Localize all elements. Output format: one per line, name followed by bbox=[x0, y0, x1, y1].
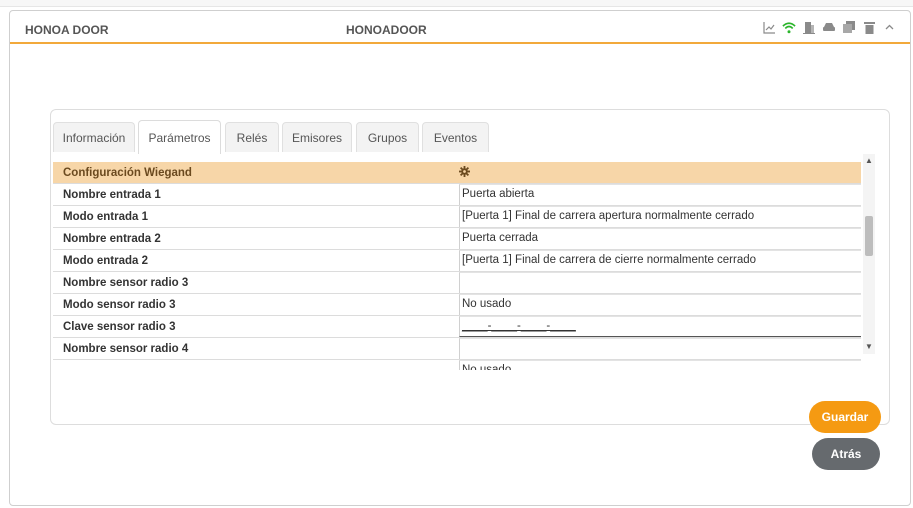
chart-icon[interactable] bbox=[762, 20, 776, 34]
tab-reles[interactable]: Relés bbox=[225, 122, 279, 152]
table-row: Nombre sensor radio 4 bbox=[53, 338, 861, 360]
top-strip bbox=[0, 0, 913, 7]
table-row: Nombre sensor radio 3 bbox=[53, 272, 861, 294]
table-row: Modo entrada 2 [Puerta 1] Final de carre… bbox=[53, 250, 861, 272]
app-window: HONOA DOOR HONOADOOR Información Parámet… bbox=[9, 10, 911, 506]
save-button[interactable]: Guardar bbox=[809, 401, 881, 433]
device-title: HONOADOOR bbox=[346, 23, 427, 37]
row-label: Nombre entrada 2 bbox=[63, 233, 161, 245]
select-modo-sensor-radio-4[interactable]: No usado bbox=[459, 360, 861, 370]
car-icon[interactable] bbox=[822, 20, 836, 34]
row-label: Modo entrada 2 bbox=[63, 255, 148, 267]
gear-icon[interactable] bbox=[459, 166, 470, 180]
row-label: Clave sensor radio 3 bbox=[63, 321, 176, 333]
row-label: Nombre sensor radio 4 bbox=[63, 343, 189, 355]
table-row: Nombre entrada 2 Puerta cerrada bbox=[53, 228, 861, 250]
row-label: Nombre entrada 1 bbox=[63, 189, 161, 201]
tab-emisores[interactable]: Emisores bbox=[282, 122, 352, 152]
select-modo-entrada-2[interactable]: [Puerta 1] Final de carrera de cierre no… bbox=[459, 250, 861, 271]
header-icons bbox=[762, 20, 896, 34]
tab-informacion[interactable]: Información bbox=[53, 122, 135, 152]
section-title: Configuración Wiegand bbox=[63, 167, 192, 179]
brand-name: HONOA DOOR bbox=[25, 23, 109, 37]
table-row: Modo sensor radio 3 No usado bbox=[53, 294, 861, 316]
masked-key: ____-____-____-____ bbox=[462, 320, 576, 332]
row-label: Modo sensor radio 3 bbox=[63, 299, 176, 311]
input-clave-sensor-radio-3[interactable]: ____-____-____-____ bbox=[459, 316, 861, 337]
trash-icon[interactable] bbox=[862, 20, 876, 34]
tab-eventos[interactable]: Eventos bbox=[422, 122, 489, 152]
table-row: Nombre entrada 1 Puerta abierta bbox=[53, 184, 861, 206]
tab-parametros[interactable]: Parámetros bbox=[138, 120, 221, 154]
tab-bar: Información Parámetros Relés Emisores Gr… bbox=[51, 110, 889, 154]
select-modo-sensor-radio-3[interactable]: No usado bbox=[459, 294, 861, 315]
chevron-up-icon[interactable] bbox=[882, 20, 896, 34]
copy-icon[interactable] bbox=[842, 20, 856, 34]
table-row: Clave sensor radio 3 ____-____-____-____ bbox=[53, 316, 861, 338]
tab-grupos[interactable]: Grupos bbox=[356, 122, 419, 152]
section-header-row: Configuración Wiegand bbox=[53, 162, 861, 184]
settings-panel: Información Parámetros Relés Emisores Gr… bbox=[50, 109, 890, 433]
input-nombre-sensor-radio-3[interactable] bbox=[459, 272, 861, 293]
table-row: No usado bbox=[53, 360, 861, 370]
scroll-up-icon[interactable]: ▲ bbox=[863, 156, 875, 166]
input-nombre-entrada-1[interactable]: Puerta abierta bbox=[459, 184, 861, 205]
door-icon[interactable] bbox=[802, 20, 816, 34]
scroll-thumb[interactable] bbox=[865, 216, 873, 256]
scroll-down-icon[interactable]: ▼ bbox=[863, 342, 875, 352]
back-button[interactable]: Atrás bbox=[812, 438, 880, 470]
input-nombre-entrada-2[interactable]: Puerta cerrada bbox=[459, 228, 861, 249]
wifi-icon[interactable] bbox=[782, 20, 796, 34]
table-row: Modo entrada 1 [Puerta 1] Final de carre… bbox=[53, 206, 861, 228]
parameters-table: Configuración Wiegand Nombre entrada 1 P… bbox=[53, 152, 876, 370]
row-label: Nombre sensor radio 3 bbox=[63, 277, 189, 289]
table-scrollbar[interactable]: ▲ ▼ bbox=[863, 154, 875, 354]
header-bar: HONOA DOOR HONOADOOR bbox=[10, 11, 910, 44]
row-label: Modo entrada 1 bbox=[63, 211, 148, 223]
select-modo-entrada-1[interactable]: [Puerta 1] Final de carrera apertura nor… bbox=[459, 206, 861, 227]
input-nombre-sensor-radio-4[interactable] bbox=[459, 338, 861, 359]
